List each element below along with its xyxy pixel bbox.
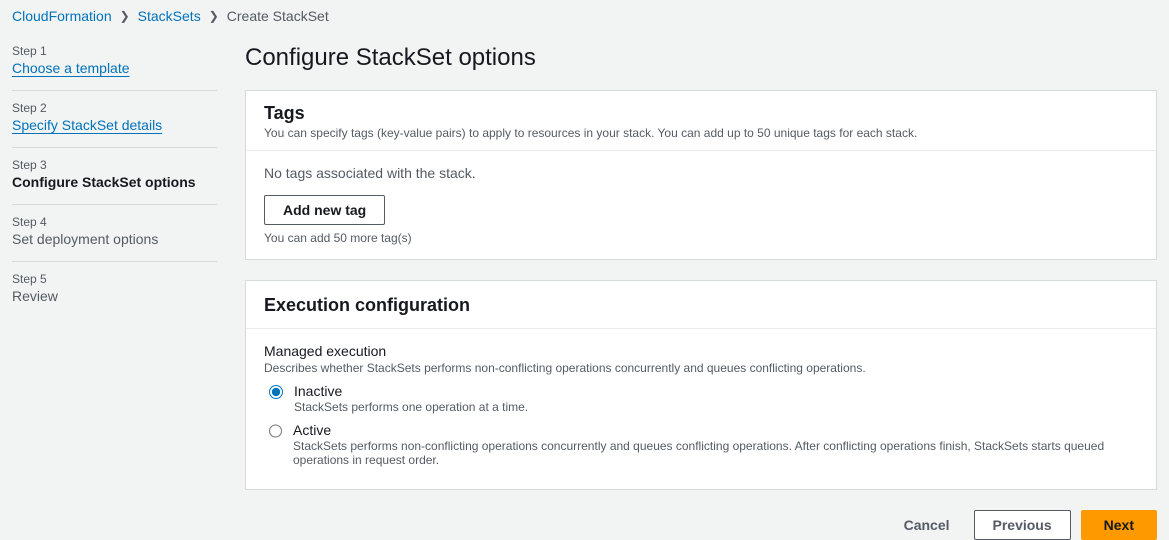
managed-execution-label: Managed execution	[264, 343, 1138, 359]
tags-desc: You can specify tags (key-value pairs) t…	[264, 126, 1138, 140]
page-title: Configure StackSet options	[245, 44, 1157, 72]
wizard-step-title: Review	[12, 288, 217, 304]
execution-config-card: Execution configuration Managed executio…	[245, 280, 1157, 490]
previous-button[interactable]: Previous	[974, 510, 1071, 540]
breadcrumb: CloudFormation ❯ StackSets ❯ Create Stac…	[12, 8, 1157, 24]
wizard-step-1[interactable]: Step 1 Choose a template	[12, 44, 217, 91]
wizard-step-title[interactable]: Specify StackSet details	[12, 117, 162, 133]
managed-execution-desc: Describes whether StackSets performs non…	[264, 361, 1138, 375]
breadcrumb-current: Create StackSet	[227, 8, 329, 24]
wizard-step-title: Configure StackSet options	[12, 174, 217, 190]
wizard-step-num: Step 3	[12, 158, 217, 172]
radio-active-desc: StackSets performs non-conflicting opera…	[293, 439, 1138, 467]
wizard-step-3: Step 3 Configure StackSet options	[12, 158, 217, 205]
chevron-right-icon: ❯	[209, 9, 219, 23]
cancel-button[interactable]: Cancel	[890, 510, 964, 540]
wizard-step-num: Step 1	[12, 44, 217, 58]
exec-config-title: Execution configuration	[264, 295, 1138, 316]
managed-execution-option-active[interactable]: Active StackSets performs non-conflictin…	[264, 422, 1138, 467]
wizard-step-num: Step 2	[12, 101, 217, 115]
tags-title: Tags	[264, 103, 1138, 124]
wizard-step-2[interactable]: Step 2 Specify StackSet details	[12, 101, 217, 148]
wizard-step-title: Set deployment options	[12, 231, 217, 247]
wizard-step-num: Step 4	[12, 215, 217, 229]
next-button[interactable]: Next	[1081, 510, 1157, 540]
wizard-step-4: Step 4 Set deployment options	[12, 215, 217, 262]
chevron-right-icon: ❯	[120, 9, 130, 23]
managed-execution-option-inactive[interactable]: Inactive StackSets performs one operatio…	[264, 383, 1138, 414]
radio-active-label: Active	[293, 422, 331, 438]
wizard-step-title[interactable]: Choose a template	[12, 60, 130, 76]
tags-hint: You can add 50 more tag(s)	[264, 231, 1138, 245]
radio-inactive-desc: StackSets performs one operation at a ti…	[294, 400, 528, 414]
tags-card: Tags You can specify tags (key-value pai…	[245, 90, 1157, 260]
radio-inactive-label: Inactive	[294, 383, 342, 399]
breadcrumb-root-link[interactable]: CloudFormation	[12, 8, 112, 24]
tags-empty-text: No tags associated with the stack.	[264, 165, 1138, 181]
radio-inactive[interactable]	[269, 385, 283, 399]
wizard-step-num: Step 5	[12, 272, 217, 286]
add-new-tag-button[interactable]: Add new tag	[264, 195, 385, 225]
wizard-step-5: Step 5 Review	[12, 272, 217, 318]
wizard-footer: Cancel Previous Next	[245, 510, 1157, 540]
radio-active[interactable]	[269, 424, 282, 438]
wizard-steps: Step 1 Choose a template Step 2 Specify …	[12, 44, 217, 328]
breadcrumb-stacksets-link[interactable]: StackSets	[138, 8, 201, 24]
